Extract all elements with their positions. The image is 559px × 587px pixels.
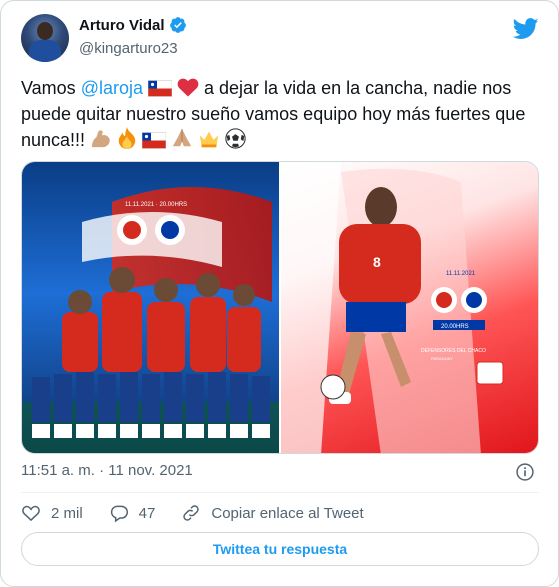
red-heart-emoji (177, 78, 199, 97)
tweet-media[interactable]: 11.11.2021 · 20.00HRS 8 11.11.2021 20.00… (21, 161, 539, 454)
author-avatar[interactable] (21, 14, 69, 62)
tweet-actions: 2 mil 47 Copiar enlace al Tweet (21, 501, 390, 525)
author-handle[interactable]: @kingarturo23 (79, 40, 178, 57)
media-image-2[interactable]: 8 11.11.2021 20.00HRS DEFENSORES DEL CHA… (281, 162, 538, 453)
mention-laroja[interactable]: @laroja (81, 78, 143, 98)
tweet-card: Arturo Vidal @kingarturo23 Vamos @laroja… (0, 0, 559, 587)
verified-badge-icon (169, 17, 186, 33)
reply-action-button[interactable]: 47 (109, 503, 156, 523)
twitter-bird-icon[interactable] (513, 18, 539, 40)
copy-link-label: Copiar enlace al Tweet (211, 504, 364, 522)
jersey-number: 8 (373, 254, 381, 270)
crown-emoji (199, 131, 219, 148)
folded-hands-emoji (172, 128, 192, 147)
chile-flag-icon (148, 80, 172, 97)
image2-date: 11.11.2021 (446, 271, 476, 277)
flexed-biceps-emoji (91, 130, 110, 148)
image2-city: PARAGUAY (431, 356, 453, 361)
link-icon (183, 505, 200, 521)
tweet-timestamp[interactable]: 11:51 a. m. · 11 nov. 2021 (21, 462, 193, 479)
image1-date: 11.11.2021 · 20.00HRS (125, 202, 187, 208)
image2-time: 20.00HRS (441, 324, 469, 330)
info-icon[interactable] (515, 462, 535, 482)
copy-link-button[interactable]: Copiar enlace al Tweet (181, 503, 364, 523)
like-button[interactable]: 2 mil (21, 503, 83, 523)
author-name[interactable]: Arturo Vidal (79, 17, 165, 34)
fire-emoji (118, 127, 136, 149)
like-count: 2 mil (51, 504, 83, 522)
image2-venue: DEFENSORES DEL CHACO (421, 348, 486, 354)
author-name-row: Arturo Vidal (79, 16, 187, 34)
media-image-1[interactable]: 11.11.2021 · 20.00HRS (22, 162, 279, 453)
reply-tweet-button[interactable]: Twittea tu respuesta (21, 532, 539, 566)
tweet-text: Vamos @laroja a dejar la vida en la canc… (21, 75, 541, 153)
divider (21, 492, 539, 493)
tweet-text-part1: Vamos (21, 78, 81, 98)
heart-icon (22, 505, 40, 522)
soccer-ball-emoji (225, 128, 246, 149)
reply-icon (110, 505, 128, 523)
chile-flag-icon (142, 132, 167, 149)
reply-count: 47 (138, 504, 156, 522)
